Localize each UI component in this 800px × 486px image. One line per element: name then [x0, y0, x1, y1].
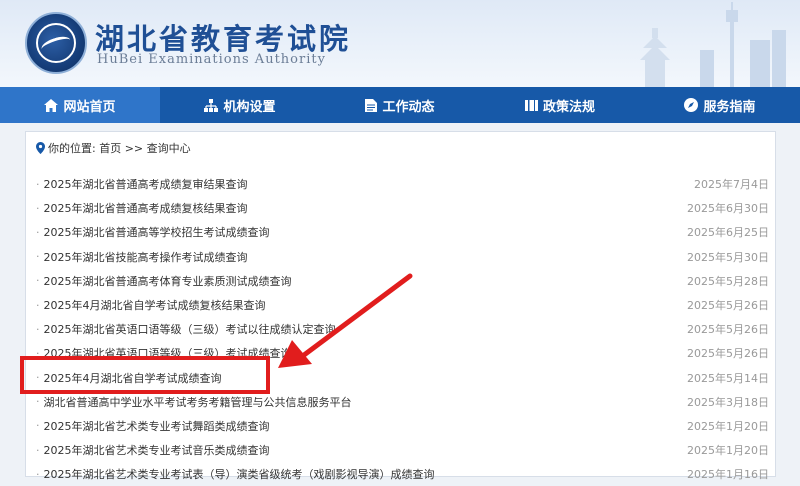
list-item[interactable]: · 2025年湖北省普通高考成绩复核结果查询 2025年6月30日	[36, 196, 769, 220]
list-item-title[interactable]: 2025年4月湖北省自学考试成绩复核结果查询	[44, 297, 266, 313]
breadcrumb-home-link[interactable]: 首页	[99, 140, 121, 156]
list-item[interactable]: · 2025年湖北省艺术类专业考试表（导）演类省级统考（戏剧影视导演）成绩查询 20…	[36, 462, 769, 486]
list-item-date: 2025年6月25日	[687, 226, 769, 240]
nav-item-news[interactable]: 工作动态	[320, 87, 480, 123]
bullet-icon: ·	[36, 274, 40, 288]
bullet-icon: ·	[36, 443, 40, 457]
nav-item-policy[interactable]: 政策法规	[480, 87, 640, 123]
document-icon	[365, 98, 378, 112]
list-item-title[interactable]: 2025年湖北省艺术类专业考试舞蹈类成绩查询	[44, 418, 270, 434]
bullet-icon: ·	[36, 298, 40, 312]
breadcrumb-separator: >>	[124, 141, 144, 155]
org-chart-icon	[204, 98, 219, 112]
nav-label: 网站首页	[63, 99, 116, 115]
list-item-date: 2025年5月26日	[687, 323, 769, 337]
book-icon	[524, 99, 538, 111]
red-arrow-icon	[278, 273, 413, 368]
list-item-date: 2025年5月26日	[687, 347, 769, 361]
list-item-title[interactable]: 2025年湖北省普通高考成绩复审结果查询	[44, 176, 248, 192]
list-item-title[interactable]: 2025年湖北省普通高考成绩复核结果查询	[44, 200, 248, 216]
list-item-date: 2025年1月16日	[687, 468, 769, 482]
skyline-icon	[640, 2, 786, 87]
main-nav: 网站首页 机构设置 工作动态 政策法规 服务指南	[0, 87, 800, 123]
breadcrumb-current: 查询中心	[146, 142, 191, 155]
list-item[interactable]: · 2025年湖北省技能高考操作考试成绩查询 2025年5月30日	[36, 245, 769, 269]
list-item-date: 2025年5月30日	[687, 250, 769, 264]
home-icon	[44, 98, 59, 112]
list-item-title[interactable]: 2025年湖北省普通高考体育专业素质测试成绩查询	[44, 273, 292, 289]
list-item-date: 2025年1月20日	[687, 419, 769, 433]
site-logo[interactable]	[25, 12, 87, 74]
compass-icon	[684, 98, 699, 112]
list-item-date: 2025年5月14日	[687, 371, 769, 385]
breadcrumb: 你的位置: 首页 >> 查询中心	[36, 140, 191, 156]
bullet-icon: ·	[36, 395, 40, 409]
site-header: 湖北省教育考试院 HuBei Examinations Authority	[0, 0, 800, 87]
nav-item-home[interactable]: 网站首页	[0, 87, 160, 123]
list-item[interactable]: · 2025年湖北省普通高考成绩复审结果查询 2025年7月4日	[36, 172, 769, 196]
list-item-date: 2025年3月18日	[687, 395, 769, 409]
site-subtitle: HuBei Examinations Authority	[97, 52, 326, 67]
location-pin-icon	[36, 142, 45, 154]
list-item-date: 2025年6月30日	[687, 202, 769, 216]
list-item[interactable]: · 2025年湖北省艺术类专业考试音乐类成绩查询 2025年1月20日	[36, 438, 769, 462]
bullet-icon: ·	[36, 250, 40, 264]
nav-label: 政策法规	[542, 99, 595, 115]
bullet-icon: ·	[36, 177, 40, 191]
list-item-title[interactable]: 2025年湖北省技能高考操作考试成绩查询	[44, 249, 248, 265]
bullet-icon: ·	[36, 201, 40, 215]
bullet-icon: ·	[36, 322, 40, 336]
nav-item-service[interactable]: 服务指南	[640, 87, 800, 123]
list-item-date: 2025年5月26日	[687, 299, 769, 313]
highlight-box	[20, 356, 270, 394]
list-item-title[interactable]: 2025年湖北省普通高等学校招生考试成绩查询	[44, 224, 270, 240]
list-item-date: 2025年1月20日	[687, 444, 769, 458]
nav-label: 工作动态	[382, 99, 435, 115]
list-item[interactable]: · 2025年湖北省艺术类专业考试舞蹈类成绩查询 2025年1月20日	[36, 414, 769, 438]
list-item-title[interactable]: 2025年湖北省艺术类专业考试音乐类成绩查询	[44, 442, 270, 458]
bullet-icon: ·	[36, 225, 40, 239]
nav-label: 机构设置	[223, 99, 276, 115]
list-item[interactable]: · 2025年湖北省普通高等学校招生考试成绩查询 2025年6月25日	[36, 220, 769, 244]
bullet-icon: ·	[36, 419, 40, 433]
bullet-icon: ·	[36, 467, 40, 481]
nav-label: 服务指南	[703, 99, 756, 115]
breadcrumb-prefix: 你的位置:	[48, 142, 96, 155]
nav-item-org[interactable]: 机构设置	[160, 87, 320, 123]
list-item-date: 2025年7月4日	[694, 178, 769, 192]
list-item-date: 2025年5月28日	[687, 274, 769, 288]
list-item-title[interactable]: 湖北省普通高中学业水平考试考务考籍管理与公共信息服务平台	[44, 394, 352, 410]
list-item-title[interactable]: 2025年湖北省艺术类专业考试表（导）演类省级统考（戏剧影视导演）成绩查询	[44, 466, 435, 482]
